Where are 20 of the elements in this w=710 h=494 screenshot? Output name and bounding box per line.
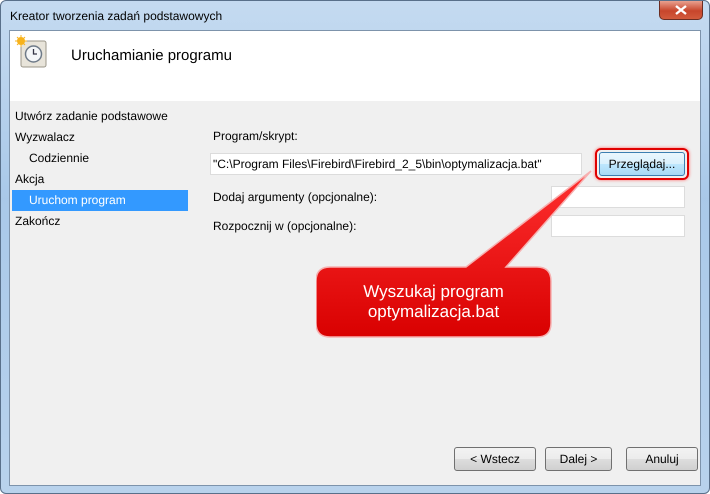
browse-button[interactable]: Przeglądaj... (599, 152, 685, 176)
program-label: Program/skrypt: (213, 129, 299, 143)
program-input[interactable]: "C:\Program Files\Firebird\Firebird_2_5\bin\optymalizacja.bat" (210, 153, 582, 175)
wizard-step[interactable]: Utwórz zadanie podstawowe (12, 106, 188, 127)
wizard-step[interactable]: Codziennie (12, 148, 188, 169)
close-button[interactable] (659, 1, 703, 20)
wizard-button[interactable]: < Wstecz (454, 447, 536, 471)
wizard-step[interactable]: Zakończ (12, 211, 188, 232)
window-title: Kreator tworzenia zadań podstawowych (9, 8, 222, 22)
field-label: Dodaj argumenty (opcjonalne): (213, 190, 378, 204)
wizard-step[interactable]: Wyzwalacz (12, 127, 188, 148)
input-field[interactable] (551, 215, 685, 237)
wizard-step[interactable]: Akcja (12, 169, 188, 190)
field-label: Rozpocznij w (opcjonalne): (213, 219, 356, 233)
clock-calendar-icon (15, 35, 49, 69)
input-field[interactable] (551, 186, 685, 208)
close-icon (675, 5, 687, 15)
wizard-button[interactable]: Anuluj (626, 447, 698, 471)
wizard-button[interactable]: Dalej > (545, 447, 612, 471)
page-heading: Uruchamianie programu (71, 47, 232, 64)
